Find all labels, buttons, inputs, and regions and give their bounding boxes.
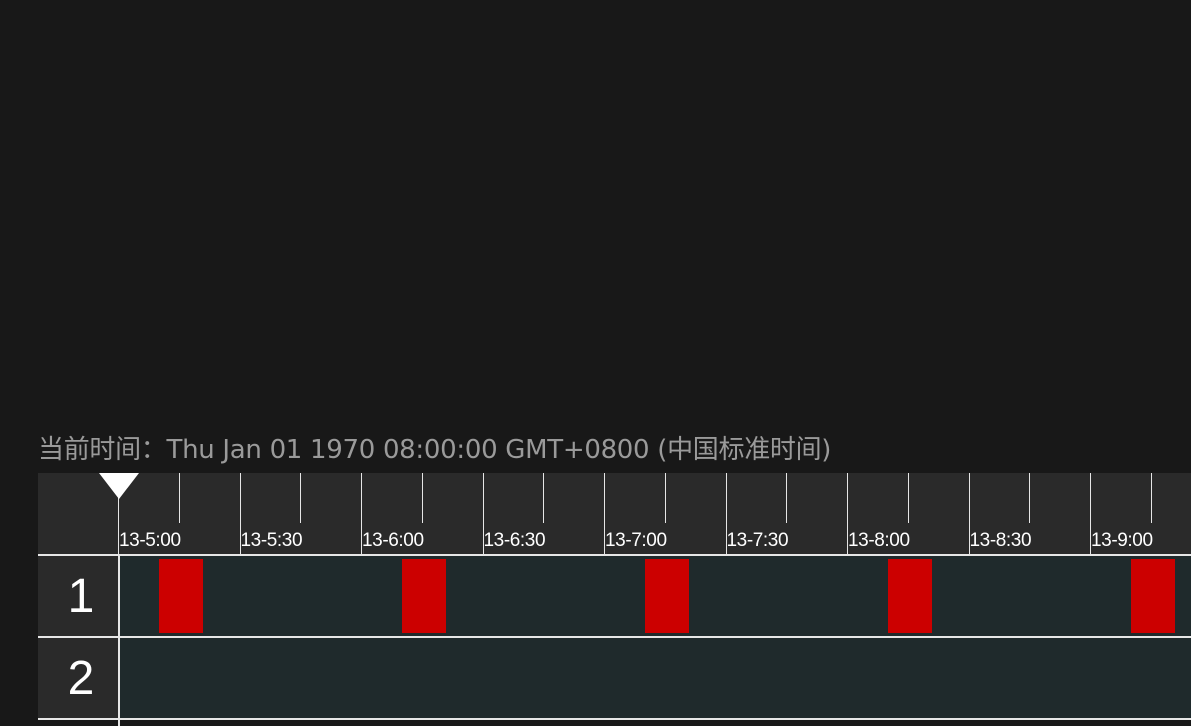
current-time-label: 当前时间： <box>38 435 167 465</box>
ruler-tick-label: 13-8:00 <box>848 530 910 551</box>
track-lane-1[interactable] <box>120 556 1191 636</box>
track-label-2: 2 <box>38 638 118 718</box>
track-segment[interactable] <box>887 559 932 633</box>
ruler-minor-tick <box>1029 473 1031 523</box>
ruler-minor-tick <box>178 473 180 523</box>
ruler-tick-label: 13-7:30 <box>726 530 789 551</box>
playhead-icon[interactable] <box>99 473 139 499</box>
ruler-minor-tick <box>786 473 788 523</box>
track-segment[interactable] <box>401 559 446 633</box>
current-time-value: Thu Jan 01 1970 08:00:00 GMT+0800 (中国标准时… <box>166 435 832 465</box>
label-column-divider <box>118 555 120 726</box>
ruler-minor-tick <box>907 473 909 523</box>
ruler-tick-label: 13-6:30 <box>483 530 546 551</box>
ruler-tick-label: 13-6:00 <box>362 530 424 551</box>
current-time-text: 当前时间：Thu Jan 01 1970 08:00:00 GMT+0800 (… <box>38 430 831 470</box>
track-segment[interactable] <box>1130 559 1175 633</box>
timeline: 13-5:00 13-5:30 13-6:00 13-6:30 13-7:00 13-7:… <box>38 473 1191 726</box>
ruler-tick-label: 13-5:00 <box>119 530 181 551</box>
track-segment[interactable] <box>158 559 203 633</box>
ruler-minor-tick <box>543 473 545 523</box>
ruler-minor-tick <box>1150 473 1152 523</box>
ruler-tick-label: 13-8:30 <box>969 530 1032 551</box>
track-lane-2[interactable] <box>120 638 1191 718</box>
ruler-tick-label: 13-9:00 <box>1091 530 1153 551</box>
track-segment[interactable] <box>644 559 689 633</box>
ruler-minor-tick <box>300 473 302 523</box>
ruler-tick-label: 13-7:00 <box>605 530 667 551</box>
ruler-tick-label: 13-5:30 <box>240 530 303 551</box>
track-divider <box>38 718 1191 720</box>
time-ruler[interactable]: 13-5:00 13-5:30 13-6:00 13-6:30 13-7:00 13-7:… <box>118 473 1191 555</box>
ruler-minor-tick <box>421 473 423 523</box>
ruler-minor-tick <box>664 473 666 523</box>
track-label-1: 1 <box>38 556 118 636</box>
